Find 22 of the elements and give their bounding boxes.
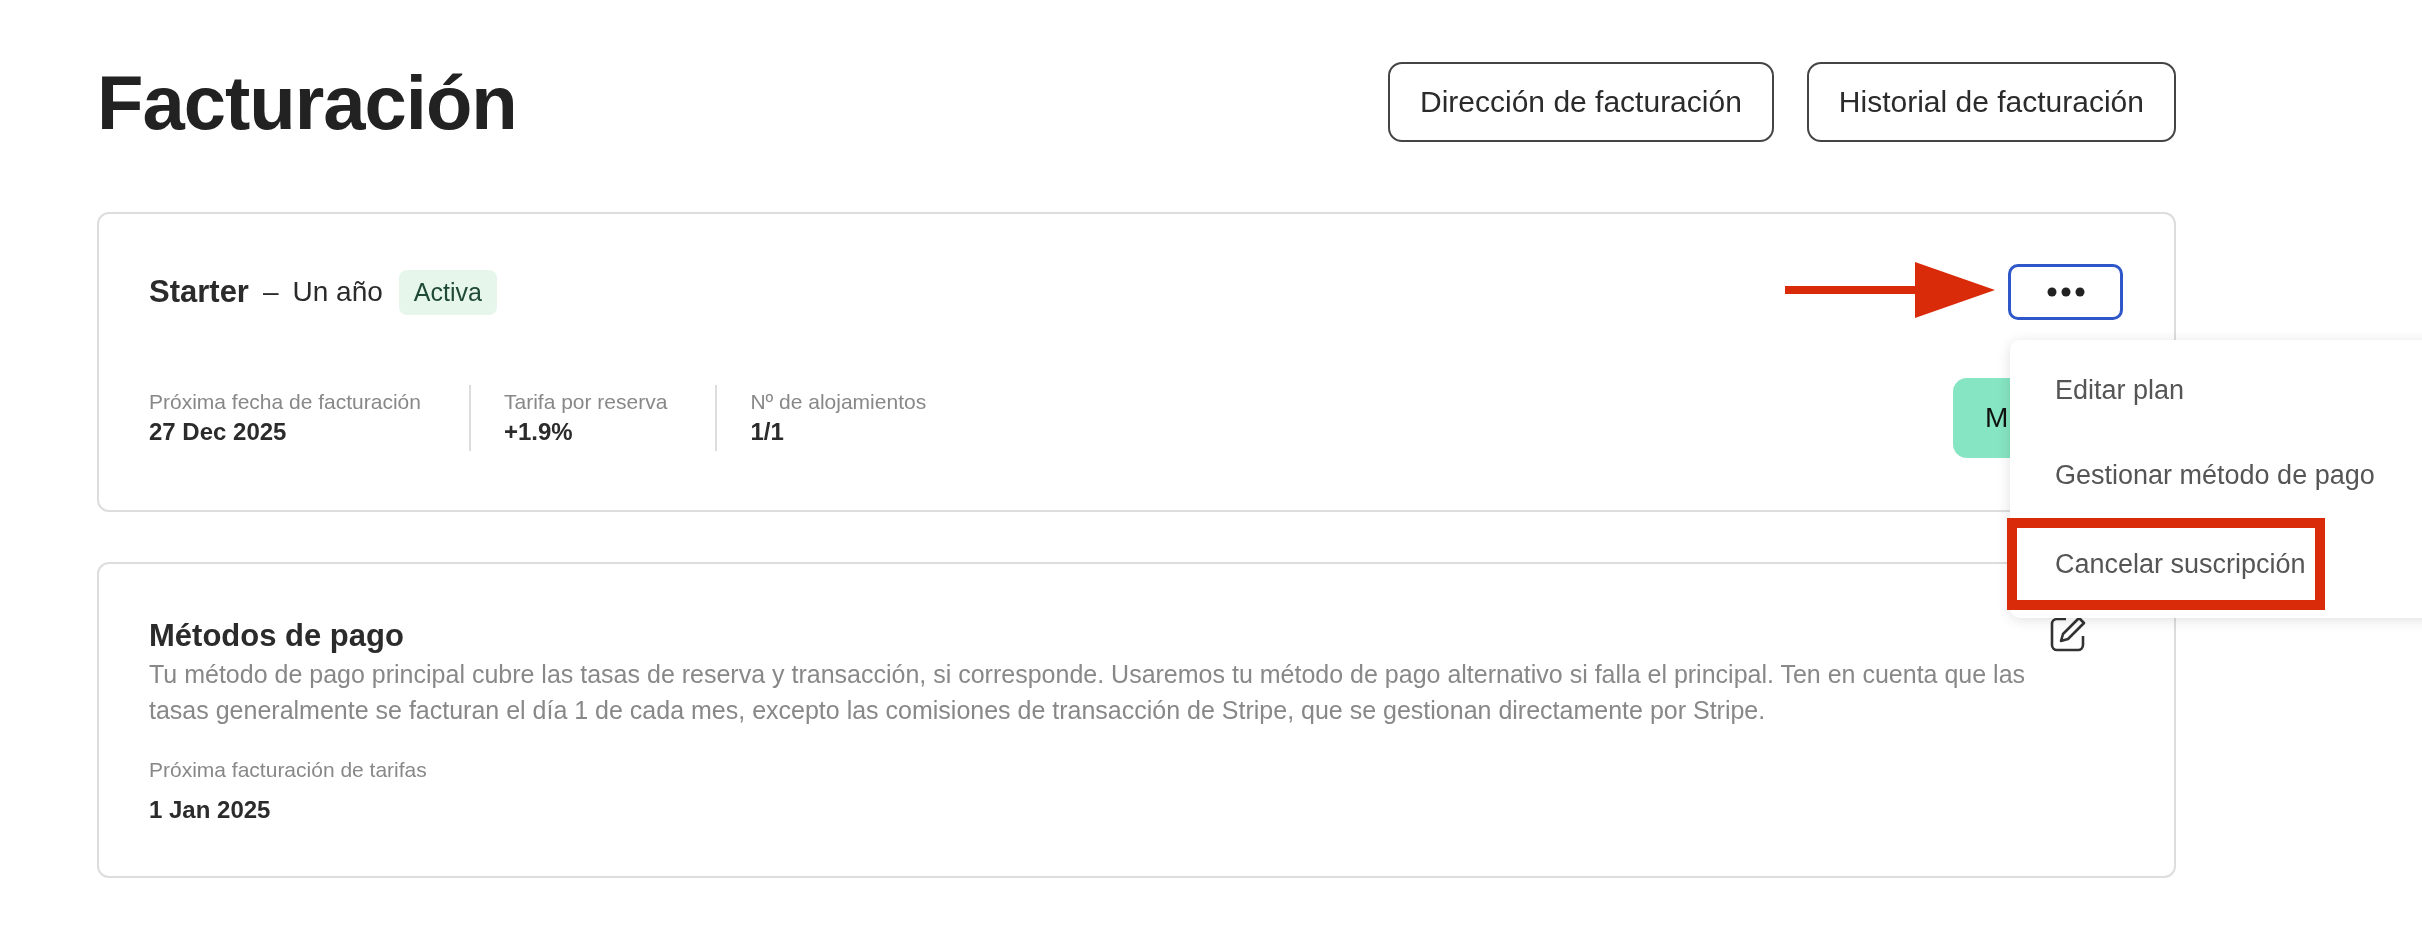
menu-item[interactable]: Gestionar método de pago [2010, 433, 2422, 518]
plan-term: Un año [292, 276, 383, 308]
next-billing-label: Próxima facturación de tarifas [149, 758, 427, 782]
plan-name: Starter [149, 274, 249, 310]
page-title: Facturación [97, 58, 517, 146]
stat-label: Próxima fecha de facturación [149, 390, 421, 414]
header-button[interactable]: Dirección de facturación [1388, 62, 1774, 142]
menu-item[interactable]: Cancelar suscripción [2007, 518, 2325, 610]
stat-label: Nº de alojamientos [750, 390, 927, 414]
status-badge: Activa [398, 269, 497, 315]
stat-value: 1/1 [750, 418, 785, 446]
stat-value: +1.9% [504, 418, 574, 446]
separator: – [262, 276, 279, 308]
stat-label: Tarifa por reserva [504, 390, 668, 414]
next-billing-value: 1 Jan 2025 [149, 796, 271, 824]
menu-item[interactable]: Editar plan [2010, 348, 2422, 433]
more-icon [2045, 287, 2086, 297]
more-button[interactable] [2008, 264, 2123, 320]
header-button[interactable]: Historial de facturación [1806, 62, 2176, 142]
stat-value: 27 Dec 2025 [149, 418, 288, 446]
section-title: Métodos de pago [149, 618, 404, 654]
section-description: Tu método de pago principal cubre las tasas de reserva y transacción, si corresponde. Usaremos tu método de pago alternativo si falla el principal. Ten en cuenta que las tasas generalmente se facturan el día 1 de cada mes, excepto las comisiones de transacción de Stripe, que se gestionan directamente por Stripe. [149, 659, 2027, 726]
